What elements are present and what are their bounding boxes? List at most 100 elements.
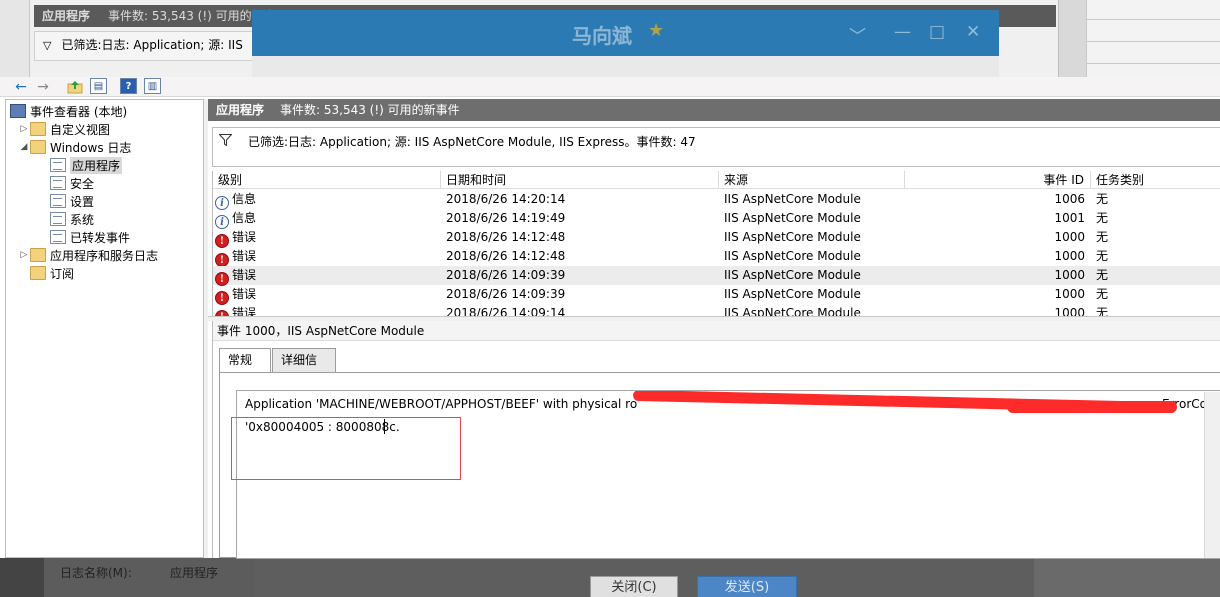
cell-task: 无: [1096, 247, 1216, 266]
tab-general[interactable]: 常规: [219, 348, 271, 373]
help-icon[interactable]: ?: [120, 78, 137, 94]
cell-id: 1000: [905, 285, 1085, 304]
table-row[interactable]: i 信息 2018/6/26 14:19:49 IIS AspNetCore Modu…: [213, 209, 1220, 229]
cell-text: 1000: [1054, 306, 1085, 316]
divider: [1087, 19, 1220, 20]
tree-item-app-service-logs[interactable]: ▷ 应用程序和服务日志: [18, 246, 158, 264]
cell-text: 无: [1096, 287, 1109, 301]
cell-level: !错误: [215, 247, 435, 267]
chevron-down-icon[interactable]: ﹀: [849, 22, 866, 47]
cell-text: 错误: [232, 230, 257, 244]
table-row[interactable]: ! 错误 2018/6/26 14:09:39 IIS AspNetCore Modu…: [213, 266, 1220, 286]
folder-icon: [30, 248, 46, 262]
table-row[interactable]: ! 错误 2018/6/26 14:12:48 IIS AspNetCore Modu…: [213, 247, 1220, 267]
cell-text: 2018/6/26 14:09:14: [446, 306, 566, 316]
filter-text: 已筛选:日志: Application; 源: IIS AspNetCore M…: [248, 135, 696, 149]
tree-item-label: 应用程序: [70, 156, 123, 174]
cell-text: 信息: [232, 211, 257, 225]
maximize-icon[interactable]: □: [929, 22, 945, 42]
cell-text: 无: [1096, 192, 1109, 206]
table-row[interactable]: ! 错误 2018/6/26 14:12:48 IIS AspNetCore Modu…: [213, 228, 1220, 248]
star-icon: ★: [648, 20, 665, 41]
cell-text: 无: [1096, 211, 1109, 225]
tree-item-security[interactable]: 安全: [50, 174, 94, 192]
main-pane: 应用程序 事件数: 53,543 (!) 可用的新事件 已筛选:日志: Appli…: [208, 99, 1220, 559]
cell-text: 1000: [1054, 230, 1085, 244]
cell-text: IIS AspNetCore Module: [724, 230, 861, 244]
cell-text: 1000: [1054, 268, 1085, 282]
tree-item-forwarded-events[interactable]: 已转发事件: [50, 228, 130, 246]
background-sidebar: [0, 0, 30, 77]
cell-text: 错误: [232, 306, 257, 316]
cell-text: 2018/6/26 14:12:48: [446, 249, 566, 263]
highlight-box: [231, 417, 461, 480]
tab-details[interactable]: 详细信息: [272, 348, 336, 389]
column-source[interactable]: 来源: [719, 171, 905, 189]
tree-item-label: 设置: [70, 194, 95, 209]
cell-task: 无: [1096, 285, 1216, 304]
background-bottom: 日志名称(M): 应用程序 关闭(C) 发送(S): [0, 558, 1220, 597]
table-row[interactable]: i 信息 2018/6/26 14:20:14 IIS AspNetCore Modu…: [213, 190, 1220, 210]
log-icon: [50, 212, 66, 226]
cell-text: 1006: [1054, 192, 1085, 206]
folder-icon: [30, 122, 46, 136]
cell-task: 无: [1096, 304, 1216, 316]
cell-date: 2018/6/26 14:12:48: [446, 247, 716, 266]
cell-source: IIS AspNetCore Module: [724, 228, 904, 247]
log-name-value: 应用程序: [170, 566, 219, 580]
cell-text: 2018/6/26 14:09:39: [446, 268, 566, 282]
column-event-id[interactable]: 事件 ID: [905, 171, 1091, 189]
column-task[interactable]: 任务类别: [1091, 171, 1220, 189]
expand-arrow-icon[interactable]: ▷: [18, 124, 30, 134]
cell-text: 2018/6/26 14:20:14: [446, 192, 566, 206]
expand-arrow-icon[interactable]: ▷: [18, 250, 30, 260]
send-button[interactable]: 发送(S): [697, 576, 797, 597]
dialog-contact-name: 马向斌: [572, 24, 632, 48]
back-icon[interactable]: ←: [12, 78, 30, 95]
collapse-arrow-icon[interactable]: ◢: [18, 142, 30, 152]
table-row[interactable]: ! 错误 2018/6/26 14:09:39 IIS AspNetCore Modu…: [213, 285, 1220, 305]
cell-text: IIS AspNetCore Module: [724, 268, 861, 282]
log-icon: [50, 230, 66, 244]
action-pane-icon[interactable]: ▥: [144, 78, 161, 94]
column-date[interactable]: 日期和时间: [441, 171, 719, 189]
tree-item-label: 安全: [70, 176, 95, 191]
cell-task: 无: [1096, 190, 1216, 209]
log-header: 应用程序 事件数: 53,543 (!) 可用的新事件: [208, 99, 1220, 121]
tree-item-setup[interactable]: 设置: [50, 192, 94, 210]
column-level[interactable]: 级别: [213, 171, 441, 189]
tree-item-root[interactable]: 事件查看器 (本地): [10, 102, 127, 120]
cell-id: 1000: [905, 228, 1085, 247]
log-title: 应用程序: [216, 103, 265, 117]
tree-item-application[interactable]: 应用程序: [50, 156, 123, 174]
message-line-1: Application 'MACHINE/WEBROOT/APPHOST/BEE…: [245, 397, 638, 411]
forward-icon[interactable]: →: [34, 78, 52, 95]
detail-scrollbar[interactable]: [1204, 392, 1220, 558]
background-header-title: 应用程序: [42, 9, 91, 23]
tree-item-subscriptions[interactable]: 订阅: [30, 264, 74, 282]
close-icon[interactable]: ✕: [966, 22, 980, 42]
tree-item-custom-views[interactable]: ▷ 自定义视图: [18, 120, 110, 138]
background-filter: ▽ 已筛选:日志: Application; 源: IIS: [34, 31, 254, 61]
filter-icon: ▽: [43, 39, 52, 52]
cell-text: IIS AspNetCore Module: [724, 211, 861, 225]
console-tree-icon[interactable]: ▤: [90, 78, 107, 94]
folder-up-icon[interactable]: [66, 78, 84, 95]
close-button[interactable]: 关闭(C): [590, 576, 678, 597]
tree-item-label: Windows 日志: [50, 140, 132, 155]
folder-icon: [30, 140, 46, 154]
background-filter-text: 已筛选:日志: Application; 源: IIS: [61, 38, 243, 52]
cell-date: 2018/6/26 14:12:48: [446, 228, 716, 247]
background-bottom-right: [1034, 558, 1220, 597]
tree-item-system[interactable]: 系统: [50, 210, 94, 228]
background-actions-pane: [1086, 0, 1220, 77]
table-row[interactable]: !错误 2018/6/26 14:09:14 IIS AspNetCore Modu…: [213, 304, 1220, 316]
cell-source: IIS AspNetCore Module: [724, 266, 904, 285]
cell-level: !错误: [215, 266, 435, 286]
cell-text: 2018/6/26 14:09:39: [446, 287, 566, 301]
tree-item-label: 已转发事件: [70, 230, 131, 245]
tree-item-label: 订阅: [50, 266, 75, 281]
minimize-icon[interactable]: —: [894, 22, 911, 42]
tree-item-windows-logs[interactable]: ◢ Windows 日志: [18, 138, 131, 156]
cell-source: IIS AspNetCore Module: [724, 190, 904, 209]
